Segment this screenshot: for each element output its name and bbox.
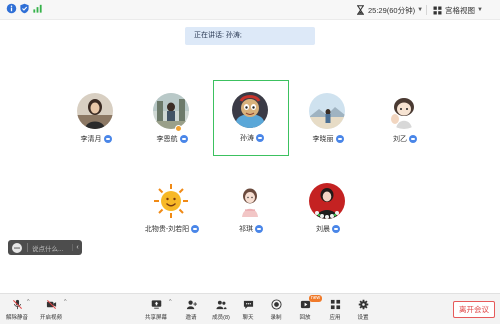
camera-icon (256, 134, 264, 142)
avatar (232, 92, 268, 128)
camera-icon (179, 135, 188, 143)
avatar (309, 183, 345, 219)
gear-icon (358, 299, 369, 310)
camera-icon (335, 135, 344, 143)
settings-button[interactable]: 设置 (346, 298, 380, 324)
participant-name-row: 祁琪 (213, 224, 289, 234)
replay-label: 回放 (299, 315, 311, 321)
meeting-timer[interactable]: 25:29(60分钟) ▼ (356, 3, 423, 17)
share-screen-label: 共享屏幕 (144, 315, 167, 321)
invite-button[interactable]: 邀请 (174, 298, 208, 324)
participant-tile-active-speaker[interactable]: 孙涛 (213, 80, 289, 156)
camera-icon (332, 225, 340, 233)
participant-name: 北物贵-刘若阳 (144, 226, 190, 233)
host-badge-icon (175, 125, 182, 132)
invite-label: 邀请 (185, 315, 197, 321)
bottom-toolbar: ^ 解除静音 ^ 开启视频 ^ 共享屏幕 邀请 成员(8) 聊天 录制 new … (0, 293, 500, 324)
shield-icon[interactable] (19, 3, 30, 14)
settings-label: 设置 (357, 315, 369, 321)
chevron-down-icon: ▼ (477, 7, 483, 13)
record-icon (271, 299, 282, 310)
leave-meeting-button[interactable]: 离开会议 (453, 301, 495, 318)
avatar (153, 93, 189, 129)
participant-name: 李晓丽 (312, 136, 334, 143)
grid-icon (433, 6, 442, 14)
chevron-up-icon[interactable]: ^ (169, 299, 172, 305)
unmute-button[interactable]: ^ 解除静音 (0, 298, 34, 324)
hourglass-icon (357, 5, 364, 15)
share-screen-button[interactable]: ^ 共享屏幕 (139, 298, 173, 324)
start-video-label: 开启视频 (39, 315, 62, 321)
participant-name: 李恩航 (156, 136, 178, 143)
invite-user-icon (186, 300, 197, 310)
members-icon (216, 300, 227, 310)
view-mode-label: 宫格视图 (445, 5, 475, 15)
info-icon[interactable] (6, 3, 17, 14)
participant-tile[interactable]: 李晓丽 (290, 81, 366, 157)
share-screen-icon (151, 300, 162, 309)
participant-tile[interactable]: 李恩航 (134, 81, 210, 157)
participant-name-row: 李晓丽 (290, 134, 366, 144)
avatar (77, 93, 113, 129)
participant-name: 李清月 (80, 136, 102, 143)
signal-icon[interactable] (32, 3, 43, 14)
start-video-button[interactable]: ^ 开启视频 (34, 298, 68, 324)
replay-button[interactable]: new 回放 (288, 295, 323, 324)
avatar (309, 93, 345, 129)
chevron-up-icon[interactable]: ^ (27, 299, 30, 305)
avatar (153, 183, 189, 219)
apps-icon (330, 299, 341, 310)
chat-input[interactable]: 说点什么... (32, 243, 72, 253)
participant-name: 刘晨 (316, 226, 330, 233)
participant-name: 孙涛 (240, 135, 254, 142)
camera-icon (409, 135, 417, 143)
chevron-down-icon: ▼ (417, 7, 424, 13)
participant-tile[interactable]: 刘乙 (367, 81, 443, 157)
camera-icon (255, 225, 263, 233)
avatar (386, 93, 422, 129)
chat-bubble-icon[interactable] (11, 242, 23, 254)
participant-name-row: 北物贵-刘若阳 (134, 224, 210, 234)
divider (426, 5, 427, 15)
collapse-chevron-icon[interactable]: ‹ (72, 244, 82, 251)
speaking-banner: 正在讲话: 孙涛; (185, 27, 315, 45)
view-mode-button[interactable]: 宫格视图 ▼ (433, 3, 483, 17)
participant-tile[interactable]: 李清月 (58, 81, 134, 157)
chat-icon (243, 300, 254, 309)
participant-tile[interactable]: 刘晨 (290, 171, 366, 247)
participant-name-row: 刘晨 (290, 224, 366, 234)
divider (27, 243, 28, 252)
top-bar: 25:29(60分钟) ▼ 宫格视图 ▼ (0, 0, 500, 20)
camera-icon (191, 225, 200, 233)
chat-input-bar[interactable]: 说点什么... ‹ (8, 240, 82, 255)
participant-name-row: 刘乙 (367, 134, 443, 144)
participant-tile[interactable]: 祁琪 (213, 171, 289, 247)
camera-icon (103, 135, 112, 143)
timer-text: 25:29(60分钟) (368, 5, 416, 15)
participant-name: 刘乙 (393, 136, 407, 143)
microphone-muted-icon (13, 299, 22, 310)
video-off-icon (46, 300, 57, 309)
participant-name-row: 李恩航 (134, 134, 210, 144)
participant-tile[interactable]: 北物贵-刘若阳 (134, 171, 210, 247)
participant-name: 祁琪 (239, 226, 253, 233)
unmute-label: 解除静音 (5, 315, 28, 321)
avatar (232, 183, 268, 219)
participant-name-row: 李清月 (58, 134, 134, 144)
chevron-up-icon[interactable]: ^ (64, 299, 67, 305)
participant-name-row: 孙涛 (214, 133, 290, 143)
